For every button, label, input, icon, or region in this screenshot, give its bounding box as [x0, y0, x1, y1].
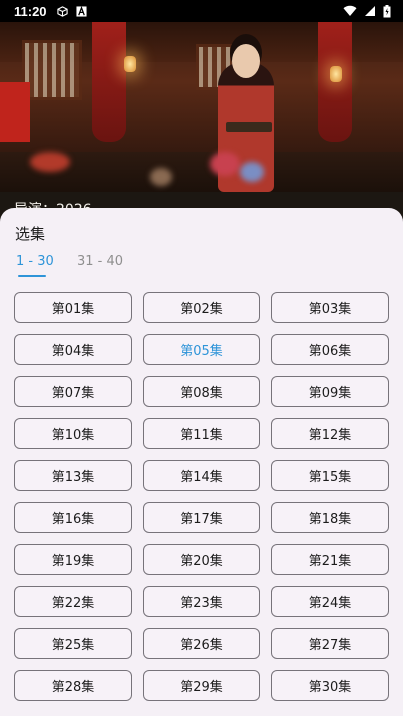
font-app-icon — [76, 5, 87, 17]
episode-button[interactable]: 第09集 — [271, 376, 389, 407]
episode-button[interactable]: 第07集 — [14, 376, 132, 407]
episode-button[interactable]: 第05集 — [143, 334, 260, 365]
episode-range-tabs: 1 - 30 31 - 40 — [0, 254, 403, 280]
video-scene-window — [22, 40, 82, 100]
episode-button[interactable]: 第12集 — [271, 418, 389, 449]
episode-button[interactable]: 第01集 — [14, 292, 132, 323]
episode-button[interactable]: 第15集 — [271, 460, 389, 491]
episode-button[interactable]: 第21集 — [271, 544, 389, 575]
status-time: 11:20 — [14, 3, 47, 19]
episode-button[interactable]: 第17集 — [143, 502, 260, 533]
episode-button[interactable]: 第19集 — [14, 544, 132, 575]
episode-button[interactable]: 第08集 — [143, 376, 260, 407]
signal-icon — [365, 6, 375, 16]
tab-range-31-40[interactable]: 31 - 40 — [77, 254, 123, 269]
video-scene-tray — [226, 122, 272, 132]
tab-indicator — [18, 275, 46, 277]
episode-button[interactable]: 第26集 — [143, 628, 260, 659]
episode-button[interactable]: 第25集 — [14, 628, 132, 659]
video-player[interactable] — [0, 22, 403, 192]
video-scene-flower — [240, 162, 264, 182]
video-scene-drape — [92, 22, 126, 142]
video-scene-head — [232, 44, 260, 78]
video-scene-drape — [318, 22, 352, 142]
episode-sheet: 选集 1 - 30 31 - 40 第01集 第02集 第03集 第04集 第05集 第0… — [0, 208, 403, 716]
video-scene-flower — [150, 168, 172, 186]
tab-range-1-30[interactable]: 1 - 30 — [16, 254, 54, 269]
wifi-icon — [343, 5, 357, 17]
battery-icon — [383, 4, 391, 17]
episode-button[interactable]: 第06集 — [271, 334, 389, 365]
episode-button[interactable]: 第22集 — [14, 586, 132, 617]
episode-button[interactable]: 第16集 — [14, 502, 132, 533]
video-scene-flower — [210, 152, 240, 176]
episode-button[interactable]: 第18集 — [271, 502, 389, 533]
episode-button[interactable]: 第23集 — [143, 586, 260, 617]
video-scene-lamp — [330, 66, 342, 82]
episode-button[interactable]: 第04集 — [14, 334, 132, 365]
episode-button[interactable]: 第27集 — [271, 628, 389, 659]
episode-button[interactable]: 第14集 — [143, 460, 260, 491]
episode-button[interactable]: 第28集 — [14, 670, 132, 701]
episode-button[interactable]: 第13集 — [14, 460, 132, 491]
video-scene-lantern — [30, 152, 70, 172]
video-scene-sign — [0, 82, 30, 142]
episode-button[interactable]: 第02集 — [143, 292, 260, 323]
sheet-title: 选集 — [15, 225, 46, 243]
episode-button[interactable]: 第10集 — [14, 418, 132, 449]
episode-button[interactable]: 第11集 — [143, 418, 260, 449]
cube-icon — [56, 5, 68, 17]
episode-grid: 第01集 第02集 第03集第04集 第05集 第06集第07集 第08集 第09集第10集… — [14, 292, 389, 701]
video-scene-lamp — [124, 56, 136, 72]
episode-button[interactable]: 第30集 — [271, 670, 389, 701]
episode-button[interactable]: 第20集 — [143, 544, 260, 575]
episode-button[interactable]: 第03集 — [271, 292, 389, 323]
status-bar: 11:20 — [0, 0, 403, 22]
episode-button[interactable]: 第24集 — [271, 586, 389, 617]
episode-button[interactable]: 第29集 — [143, 670, 260, 701]
